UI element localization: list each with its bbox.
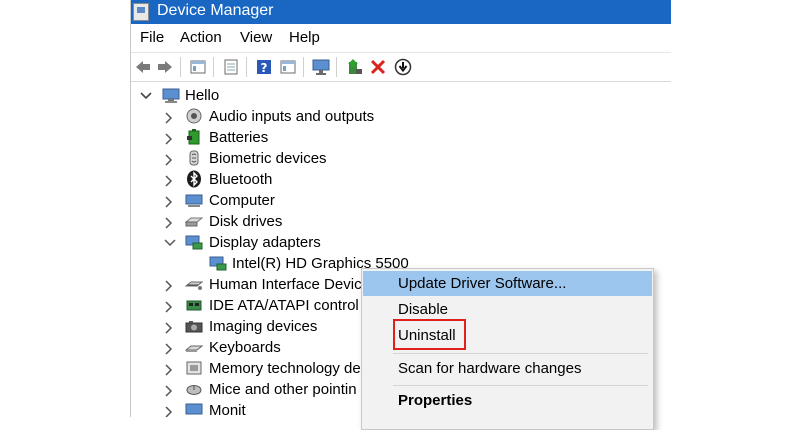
- tree-item-label: Biometric devices: [209, 150, 327, 167]
- tree-item-label: Mice and other pointin: [209, 381, 357, 398]
- menu-item-label: Update Driver Software...: [398, 275, 567, 292]
- display-adapter-icon: [185, 233, 203, 251]
- computer-icon: [162, 86, 180, 104]
- speaker-icon: [185, 107, 203, 125]
- chevron-right-icon[interactable]: [162, 274, 176, 295]
- annotation-highlight-box: [393, 319, 466, 350]
- menu-view[interactable]: View: [240, 29, 272, 47]
- disk-drive-icon: [184, 212, 204, 230]
- menu-separator: [393, 353, 648, 354]
- chevron-right-icon[interactable]: [162, 316, 176, 337]
- chevron-right-icon[interactable]: [162, 379, 176, 400]
- tree-item-display-adapters[interactable]: Display adapters: [131, 232, 671, 253]
- properties-sheet-icon[interactable]: [189, 58, 207, 76]
- tree-item-label: Monit: [209, 402, 246, 417]
- tree-item-disk-drives[interactable]: Disk drives: [131, 211, 671, 232]
- toolbar-separator: [213, 57, 214, 77]
- chevron-right-icon[interactable]: [162, 148, 176, 169]
- chevron-right-icon[interactable]: [162, 211, 176, 232]
- document-icon[interactable]: [222, 58, 240, 76]
- menu-item-update-driver[interactable]: Update Driver Software...: [363, 271, 652, 296]
- tree-item-label: Imaging devices: [209, 318, 318, 335]
- tree-item-label: Keyboards: [209, 339, 281, 356]
- svg-text:?: ?: [261, 61, 268, 75]
- uninstall-x-icon[interactable]: [369, 58, 387, 76]
- computer-icon: [185, 191, 203, 209]
- tree-item-label: Audio inputs and outputs: [209, 108, 375, 125]
- menu-item-properties[interactable]: Properties: [363, 388, 652, 413]
- ide-controller-icon: [185, 296, 203, 314]
- disable-device-icon[interactable]: [394, 58, 412, 76]
- toolbar-separator: [246, 57, 247, 77]
- mouse-icon: [185, 380, 203, 398]
- menu-item-scan-hardware[interactable]: Scan for hardware changes: [363, 356, 652, 381]
- camera-icon: [185, 317, 203, 335]
- memory-icon: [185, 359, 203, 377]
- chevron-right-icon[interactable]: [162, 106, 176, 127]
- tree-root-label: Hello: [185, 87, 220, 104]
- device-manager-icon: [133, 3, 149, 21]
- update-driver-icon[interactable]: [345, 58, 363, 76]
- toolbar: ?: [131, 52, 671, 82]
- toolbar-separator: [303, 57, 304, 77]
- menu-file[interactable]: File: [140, 29, 164, 47]
- monitor-icon: [185, 401, 203, 417]
- toolbar-separator: [336, 57, 337, 77]
- tree-item-label: Batteries: [209, 129, 269, 146]
- monitor-icon[interactable]: [312, 58, 330, 76]
- toolbar-separator: [180, 57, 181, 77]
- tree-item-label: Memory technology de: [209, 360, 361, 377]
- hid-icon: [184, 275, 204, 293]
- chevron-down-icon[interactable]: [138, 85, 152, 106]
- bluetooth-icon: [185, 170, 203, 188]
- battery-icon: [185, 128, 203, 146]
- title-bar: Device Manager: [131, 0, 671, 24]
- tree-item-label: Display adapters: [209, 234, 321, 251]
- window-title: Device Manager: [157, 2, 274, 19]
- chevron-right-icon[interactable]: [162, 337, 176, 358]
- chevron-right-icon[interactable]: [162, 400, 176, 417]
- chevron-right-icon[interactable]: [162, 169, 176, 190]
- menu-item-label: Scan for hardware changes: [398, 360, 582, 377]
- tree-item-label: Human Interface Devic: [209, 276, 362, 293]
- tree-item-label: Bluetooth: [209, 171, 273, 188]
- forward-arrow-icon[interactable]: [156, 58, 174, 76]
- tree-item-label: IDE ATA/ATAPI control: [209, 297, 359, 314]
- menu-bar: File Action View Help: [131, 24, 671, 51]
- tree-item-batteries[interactable]: Batteries: [131, 127, 671, 148]
- tree-item-biometric[interactable]: Biometric devices: [131, 148, 671, 169]
- back-arrow-icon[interactable]: [134, 58, 152, 76]
- chevron-right-icon[interactable]: [162, 127, 176, 148]
- fingerprint-icon: [185, 149, 203, 167]
- tree-item-label: Computer: [209, 192, 275, 209]
- chevron-right-icon[interactable]: [162, 358, 176, 379]
- chevron-right-icon[interactable]: [162, 190, 176, 211]
- menu-separator: [393, 385, 648, 386]
- tree-item-bluetooth[interactable]: Bluetooth: [131, 169, 671, 190]
- tree-item-audio[interactable]: Audio inputs and outputs: [131, 106, 671, 127]
- help-icon[interactable]: ?: [255, 58, 273, 76]
- tree-item-computer[interactable]: Computer: [131, 190, 671, 211]
- properties-sheet-icon[interactable]: [279, 58, 297, 76]
- keyboard-icon: [184, 338, 204, 356]
- menu-action[interactable]: Action: [180, 29, 222, 47]
- menu-help[interactable]: Help: [289, 29, 320, 47]
- tree-item-label: Disk drives: [209, 213, 283, 230]
- tree-root[interactable]: Hello: [131, 85, 671, 106]
- display-adapter-icon: [209, 254, 227, 272]
- chevron-right-icon[interactable]: [162, 295, 176, 316]
- chevron-down-icon[interactable]: [162, 232, 176, 253]
- menu-item-label: Properties: [398, 392, 473, 409]
